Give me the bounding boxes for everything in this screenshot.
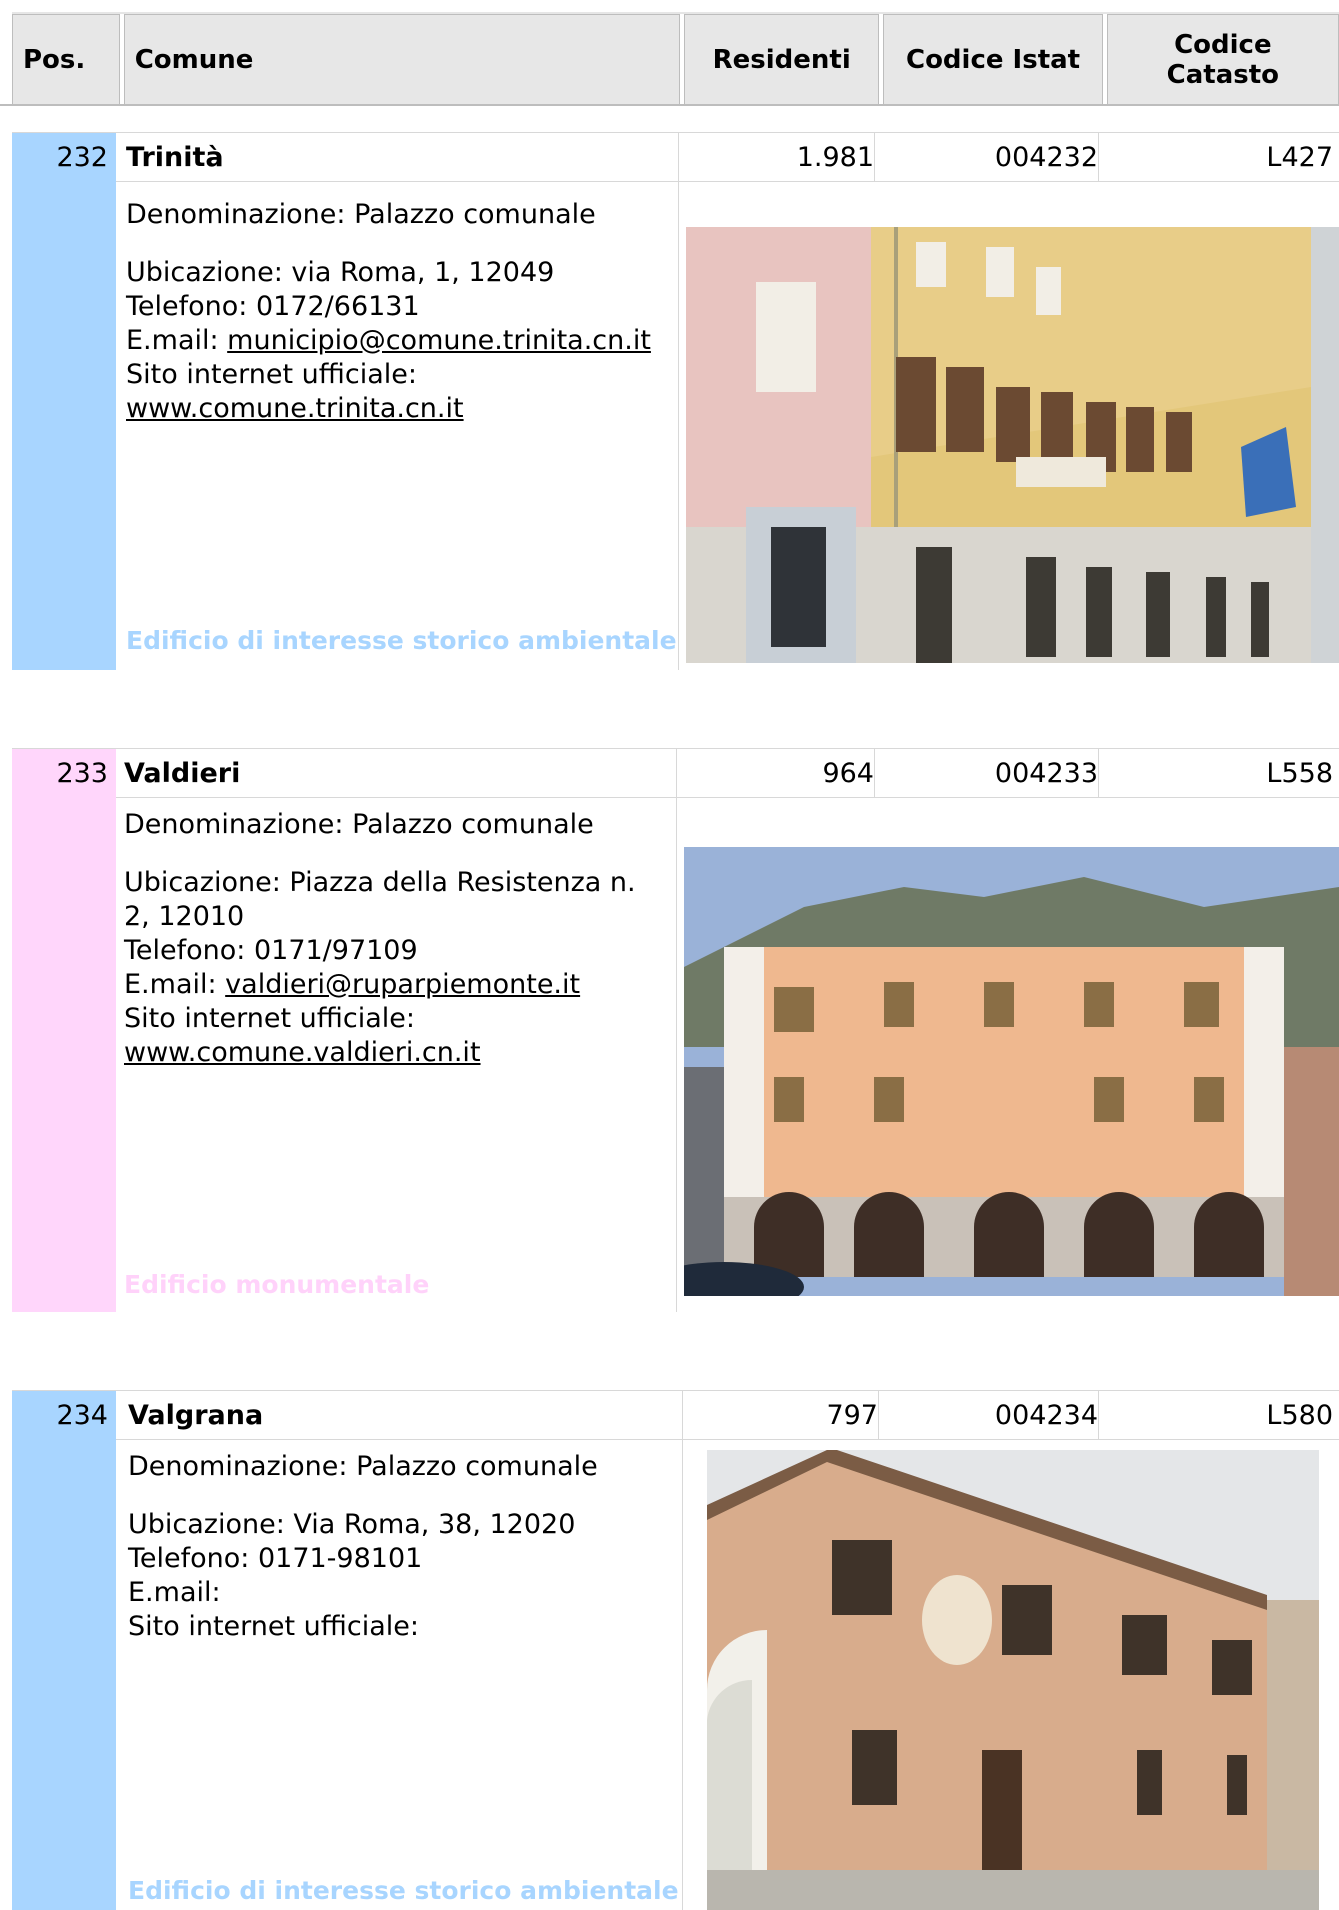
column-divider [676, 798, 677, 1312]
category-label: Edificio di interesse storico ambientale [126, 626, 677, 655]
entry-residenti: 964 [822, 758, 874, 789]
denominazione: Denominazione: Palazzo comunale [124, 809, 594, 840]
ubicazione: Ubicazione: Via Roma, 38, 12020 [128, 1509, 576, 1540]
header-divider [0, 104, 1339, 106]
column-divider [678, 182, 679, 670]
email-label: E.mail: [124, 969, 226, 1000]
category-color-bar [12, 182, 116, 670]
sito-label: Sito internet ufficiale: [124, 1003, 415, 1034]
entry-catasto: L580 [1266, 1400, 1333, 1431]
entry-details: Denominazione: Palazzo comunale Ubicazio… [124, 808, 674, 1070]
email-label: E.mail: [126, 325, 228, 356]
entry-summary-row: 232 Trinità 1.981 004232 L427 [12, 132, 1339, 183]
entry-trinita: 232 Trinità 1.981 004232 L427 Denominazi… [12, 132, 1339, 672]
header-residenti[interactable]: Residenti [684, 14, 880, 106]
entry-pos: 233 [12, 749, 116, 799]
palazzo-comunale-valgrana-photo [707, 1450, 1319, 1910]
palazzo-comunale-trinita-photo [686, 227, 1339, 663]
denominazione: Denominazione: Palazzo comunale [126, 199, 596, 230]
category-label: Edificio monumentale [124, 1270, 430, 1299]
column-divider [682, 1440, 683, 1910]
header-pos[interactable]: Pos. [12, 14, 120, 106]
entry-details: Denominazione: Palazzo comunale Ubicazio… [126, 198, 676, 426]
table-header: Pos. Comune Residenti Codice Istat Codic… [12, 12, 1339, 106]
entry-summary-row: 233 Valdieri 964 004233 L558 [12, 748, 1339, 799]
entry-istat: 004233 [994, 758, 1098, 789]
sito-link[interactable]: www.comune.trinita.cn.it [126, 392, 676, 426]
ubicazione: Ubicazione: via Roma, 1, 12049 [126, 257, 555, 288]
entry-residenti: 797 [826, 1400, 878, 1431]
entry-catasto: L558 [1266, 758, 1333, 789]
entry-name: Valdieri [124, 758, 241, 789]
email-link[interactable]: municipio@comune.trinita.cn.it [227, 325, 651, 356]
sito-label: Sito internet ufficiale: [126, 359, 417, 390]
entry-valdieri: 233 Valdieri 964 004233 L558 Denominazio… [12, 748, 1339, 1314]
palazzo-comunale-valdieri-photo [684, 847, 1339, 1296]
category-color-bar [12, 1440, 116, 1910]
ubicazione-continued: 2, 12010 [124, 901, 245, 932]
entry-summary-row: 234 Valgrana 797 004234 L580 [12, 1390, 1339, 1441]
entry-residenti: 1.981 [796, 142, 874, 173]
entry-istat: 004232 [994, 142, 1098, 173]
entry-details: Denominazione: Palazzo comunale Ubicazio… [128, 1450, 678, 1644]
ubicazione: Ubicazione: Piazza della Resistenza n. [124, 867, 636, 898]
telefono: Telefono: 0171-98101 [128, 1543, 423, 1574]
entry-catasto: L427 [1266, 142, 1333, 173]
email-label: E.mail: [128, 1577, 221, 1608]
sito-link[interactable]: www.comune.valdieri.cn.it [124, 1036, 674, 1070]
header-istat[interactable]: Codice Istat [883, 14, 1103, 106]
category-color-bar [12, 798, 116, 1312]
telefono: Telefono: 0171/97109 [124, 935, 418, 966]
header-catasto-line1: Codice [1174, 30, 1272, 60]
entry-valgrana: 234 Valgrana 797 004234 L580 Denominazio… [12, 1390, 1339, 1910]
email-row: E.mail: valdieri@ruparpiemonte.it [124, 968, 674, 1002]
entry-pos: 234 [12, 1391, 116, 1441]
header-catasto-line2: Catasto [1166, 60, 1280, 90]
category-label: Edificio di interesse storico ambientale [128, 1876, 679, 1905]
telefono: Telefono: 0172/66131 [126, 291, 420, 322]
email-link[interactable]: valdieri@ruparpiemonte.it [225, 969, 580, 1000]
entry-pos: 232 [12, 133, 116, 183]
header-catasto[interactable]: Codice Catasto [1106, 14, 1339, 106]
entry-name: Trinità [126, 142, 224, 173]
denominazione: Denominazione: Palazzo comunale [128, 1451, 598, 1482]
entry-istat: 004234 [994, 1400, 1098, 1431]
sito-label: Sito internet ufficiale: [128, 1611, 419, 1642]
header-comune[interactable]: Comune [123, 14, 680, 106]
email-row: E.mail: municipio@comune.trinita.cn.it [126, 324, 676, 358]
entry-name: Valgrana [128, 1400, 264, 1431]
